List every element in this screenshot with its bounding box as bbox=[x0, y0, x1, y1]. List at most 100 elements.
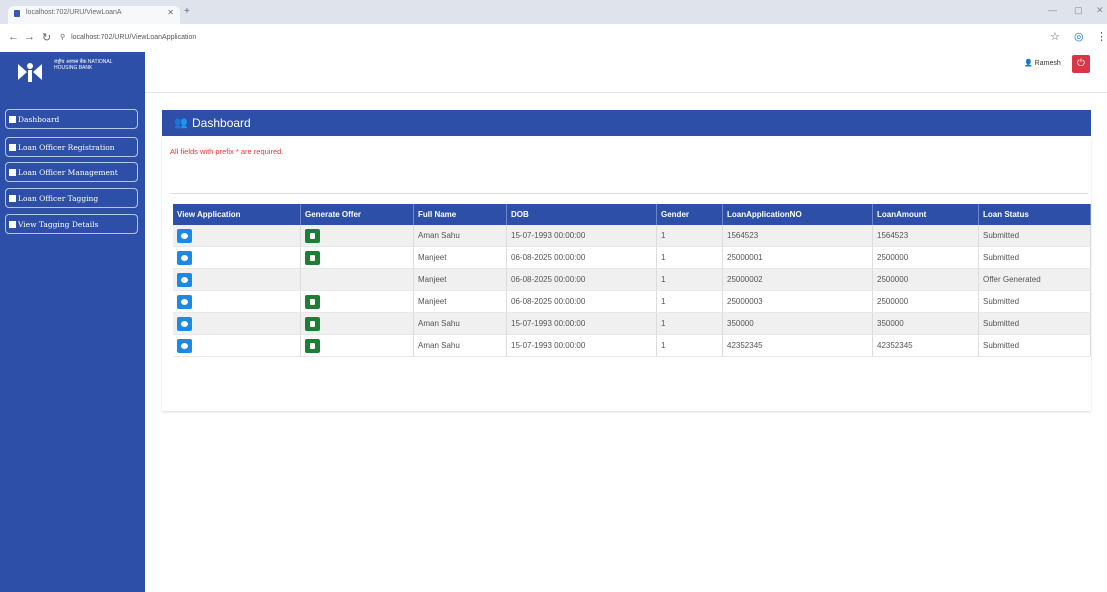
table-row: Aman Sahu 15-07-1993 00:00:00 1 1564523 1564… bbox=[173, 225, 1091, 247]
full-name-cell: Manjeet bbox=[413, 268, 507, 291]
reload-icon[interactable]: ↻ bbox=[42, 31, 51, 44]
table-header-row: View Application Generate Offer Full Nam… bbox=[173, 204, 1091, 225]
gender-cell: 1 bbox=[656, 268, 723, 291]
col-dob: DOB bbox=[506, 204, 657, 225]
dob-cell: 15-07-1993 00:00:00 bbox=[506, 312, 657, 335]
sidebar-item-view-tagging-details[interactable]: View Tagging Details bbox=[5, 214, 138, 234]
generate-offer-button[interactable] bbox=[305, 228, 320, 243]
table-row: Manjeet 06-08-2025 00:00:00 1 25000003 25000… bbox=[173, 290, 1091, 313]
close-window-icon[interactable]: ✕ bbox=[1096, 5, 1104, 16]
col-loan-status: Loan Status bbox=[978, 204, 1091, 225]
generate-offer-button[interactable] bbox=[305, 250, 320, 265]
sidebar-item-dashboard[interactable]: Dashboard bbox=[5, 109, 138, 129]
table-row: Manjeet 06-08-2025 00:00:00 1 25000002 25000… bbox=[173, 268, 1091, 291]
full-name-cell: Manjeet bbox=[413, 290, 507, 313]
view-application-button[interactable] bbox=[177, 228, 192, 243]
browser-menu-icon[interactable]: ⋮ bbox=[1096, 30, 1107, 43]
url-input[interactable]: ⚲ localhost:702/URU/ViewLoanApplication bbox=[60, 29, 1040, 47]
col-loan-application-no: LoanApplicationNO bbox=[722, 204, 873, 225]
loan-amount-cell: 2500000 bbox=[872, 290, 979, 313]
divider bbox=[170, 193, 1088, 194]
logo[interactable]: राष्ट्रीय आवास बैंक NATIONAL HOUSING BAN… bbox=[0, 52, 145, 92]
url-text: localhost:702/URU/ViewLoanApplication bbox=[71, 34, 197, 41]
dob-cell: 06-08-2025 00:00:00 bbox=[506, 268, 657, 291]
view-application-button[interactable] bbox=[177, 294, 192, 309]
loan-status-cell: Submitted bbox=[978, 334, 1091, 357]
offer-cell bbox=[300, 334, 414, 357]
app-header: राष्ट्रीय आवास बैंक NATIONAL HOUSING BAN… bbox=[0, 52, 1107, 93]
loan-amount-cell: 2500000 bbox=[872, 246, 979, 269]
sidebar-item-icon bbox=[9, 116, 16, 123]
gender-cell: 1 bbox=[656, 246, 723, 269]
maximize-icon[interactable]: ▢ bbox=[1074, 5, 1083, 16]
sidebar-item-loan-officer-tagging[interactable]: Loan Officer Tagging bbox=[5, 188, 138, 208]
loan-amount-cell: 1564523 bbox=[872, 225, 979, 247]
offer-cell bbox=[300, 268, 414, 291]
full-name-cell: Aman Sahu bbox=[413, 334, 507, 357]
tab-title: localhost:702/URU/ViewLoanA bbox=[26, 9, 122, 16]
col-full-name: Full Name bbox=[413, 204, 507, 225]
view-application-button[interactable] bbox=[177, 250, 192, 265]
view-application-button[interactable] bbox=[177, 338, 192, 353]
gender-cell: 1 bbox=[656, 334, 723, 357]
browser-tab[interactable]: localhost:702/URU/ViewLoanA ✕ bbox=[8, 6, 180, 24]
users-icon: 👥 bbox=[174, 117, 188, 129]
minimize-icon[interactable]: — bbox=[1048, 5, 1057, 15]
full-name-cell: Aman Sahu bbox=[413, 225, 507, 247]
loan-status-cell: Offer Generated bbox=[978, 268, 1091, 291]
loan-amount-cell: 2500000 bbox=[872, 268, 979, 291]
power-icon: ⏻ bbox=[1077, 58, 1085, 69]
required-note: All fields with prefix * are required. bbox=[170, 147, 284, 156]
sidebar-item-label: Loan Officer Tagging bbox=[18, 194, 99, 203]
sidebar-item-icon bbox=[9, 169, 16, 176]
site-info-icon[interactable]: ⚲ bbox=[60, 34, 65, 41]
table-row: Aman Sahu 15-07-1993 00:00:00 1 42352345 423… bbox=[173, 334, 1091, 357]
view-application-button[interactable] bbox=[177, 272, 192, 287]
view-application-button[interactable] bbox=[177, 316, 192, 331]
forward-icon[interactable]: → bbox=[24, 31, 35, 43]
loan-amount-cell: 350000 bbox=[872, 312, 979, 335]
generate-offer-button[interactable] bbox=[305, 316, 320, 331]
bookmark-star-icon[interactable]: ☆ bbox=[1050, 30, 1060, 43]
full-name-cell: Manjeet bbox=[413, 246, 507, 269]
full-name-cell: Aman Sahu bbox=[413, 312, 507, 335]
loan-status-cell: Submitted bbox=[978, 312, 1091, 335]
view-cell bbox=[173, 268, 301, 291]
view-cell bbox=[173, 334, 301, 357]
back-icon[interactable]: ← bbox=[8, 31, 19, 43]
view-cell bbox=[173, 246, 301, 269]
close-tab-icon[interactable]: ✕ bbox=[167, 6, 174, 20]
col-view-application: View Application bbox=[173, 204, 301, 225]
new-tab-icon[interactable]: + bbox=[184, 6, 190, 17]
sidebar-item-loan-officer-management[interactable]: Loan Officer Management bbox=[5, 162, 138, 182]
user-name: Ramesh bbox=[1034, 60, 1061, 67]
offer-cell bbox=[300, 246, 414, 269]
application-no-cell: 350000 bbox=[722, 312, 873, 335]
loan-status-cell: Submitted bbox=[978, 290, 1091, 313]
logo-text: राष्ट्रीय आवास बैंक NATIONAL HOUSING BAN… bbox=[54, 59, 113, 71]
sidebar-item-loan-officer-registration[interactable]: Loan Officer Registration bbox=[5, 137, 138, 157]
address-bar: ← → ↻ ⚲ localhost:702/URU/ViewLoanApplic… bbox=[0, 24, 1107, 53]
loan-amount-cell: 42352345 bbox=[872, 334, 979, 357]
loan-status-cell: Submitted bbox=[978, 246, 1091, 269]
browser-tab-strip: localhost:702/URU/ViewLoanA ✕ + — ▢ ✕ bbox=[0, 0, 1107, 24]
gender-cell: 1 bbox=[656, 225, 723, 247]
application-no-cell: 25000002 bbox=[722, 268, 873, 291]
application-no-cell: 25000003 bbox=[722, 290, 873, 313]
dob-cell: 06-08-2025 00:00:00 bbox=[506, 290, 657, 313]
table-row: Manjeet 06-08-2025 00:00:00 1 25000001 25000… bbox=[173, 246, 1091, 269]
extension-icon[interactable]: ◎ bbox=[1074, 30, 1084, 43]
sidebar: Dashboard Loan Officer Registration Loan… bbox=[0, 92, 145, 592]
application-no-cell: 1564523 bbox=[722, 225, 873, 247]
col-gender: Gender bbox=[656, 204, 723, 225]
generate-offer-button[interactable] bbox=[305, 294, 320, 309]
gender-cell: 1 bbox=[656, 312, 723, 335]
loan-applications-table: View Application Generate Offer Full Nam… bbox=[173, 204, 1091, 357]
user-menu[interactable]: 👤 Ramesh bbox=[1024, 59, 1061, 67]
logout-button[interactable]: ⏻ bbox=[1072, 55, 1090, 73]
table-row: Aman Sahu 15-07-1993 00:00:00 1 350000 35000… bbox=[173, 312, 1091, 335]
offer-cell bbox=[300, 290, 414, 313]
generate-offer-button[interactable] bbox=[305, 338, 320, 353]
gender-cell: 1 bbox=[656, 290, 723, 313]
panel-header: 👥 Dashboard bbox=[162, 110, 1091, 136]
